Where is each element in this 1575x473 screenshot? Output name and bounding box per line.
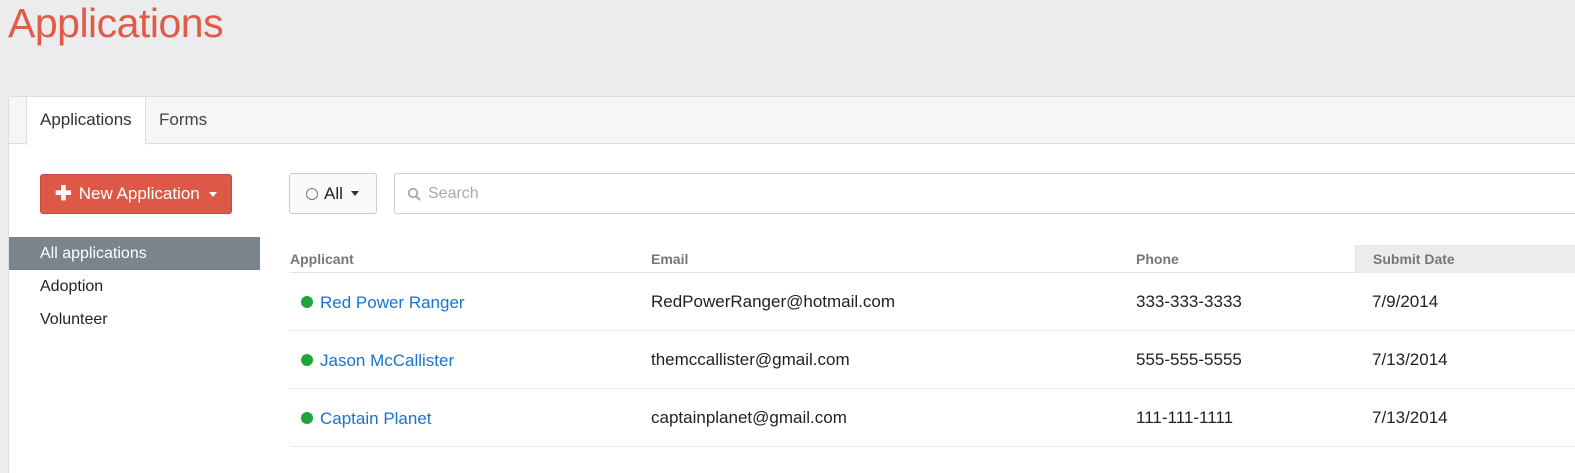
status-filter-dropdown[interactable]: All [289, 173, 377, 214]
applicant-cell: Jason McCallister [301, 331, 454, 389]
submit-date-cell: 7/9/2014 [1372, 292, 1439, 311]
applicant-cell: Red Power Ranger [301, 273, 465, 331]
applicant-link[interactable]: Captain Planet [320, 390, 432, 447]
table-row: Jason McCallister themccallister@gmail.c… [290, 331, 1575, 389]
sidebar: All applications Adoption Volunteer [9, 237, 260, 336]
new-application-label: New Application [78, 184, 200, 203]
phone-cell: 555-555-5555 [1136, 350, 1242, 369]
column-header-email[interactable]: Email [651, 245, 688, 273]
submit-date-cell: 7/13/2014 [1372, 350, 1448, 369]
table-row: Captain Planet captainplanet@gmail.com 1… [290, 389, 1575, 447]
applicant-cell: Captain Planet [301, 389, 432, 447]
column-header-phone[interactable]: Phone [1136, 245, 1179, 273]
page-title: Applications [8, 0, 224, 46]
email-cell: RedPowerRanger@hotmail.com [651, 292, 896, 311]
circle-icon [306, 187, 318, 200]
tab-forms[interactable]: Forms [146, 97, 220, 144]
applications-table: Applicant Email Phone Submit Date Red Po… [290, 245, 1575, 447]
sidebar-item-all-applications[interactable]: All applications [9, 237, 260, 270]
sidebar-item-adoption[interactable]: Adoption [9, 270, 260, 303]
search-icon [407, 187, 421, 200]
email-cell: captainplanet@gmail.com [651, 408, 847, 427]
submit-date-cell: 7/13/2014 [1372, 408, 1448, 427]
phone-cell: 333-333-3333 [1136, 292, 1242, 311]
caret-down-icon [350, 191, 359, 196]
status-dot-icon [301, 354, 313, 366]
column-header-applicant[interactable]: Applicant [290, 245, 354, 273]
column-header-submit-date[interactable]: Submit Date [1355, 245, 1575, 273]
search-input[interactable] [428, 184, 1028, 203]
sidebar-item-volunteer[interactable]: Volunteer [9, 303, 260, 336]
table-header: Applicant Email Phone Submit Date [290, 245, 1575, 273]
table-row: Red Power Ranger RedPowerRanger@hotmail.… [290, 273, 1575, 331]
status-dot-icon [301, 412, 313, 424]
caret-down-icon [208, 191, 217, 197]
applicant-link[interactable]: Red Power Ranger [320, 274, 465, 331]
tab-bar: Applications Forms [9, 97, 1575, 145]
tab-applications[interactable]: Applications [26, 97, 146, 145]
plus-icon: ✚ [55, 183, 72, 205]
applications-panel: Applications Forms ✚ New Application All… [8, 96, 1575, 473]
search-box[interactable] [394, 173, 1575, 214]
phone-cell: 111-111-1111 [1136, 408, 1234, 427]
email-cell: themccallister@gmail.com [651, 350, 850, 369]
new-application-button[interactable]: ✚ New Application [40, 174, 232, 214]
status-dot-icon [301, 296, 313, 308]
applicant-link[interactable]: Jason McCallister [320, 332, 454, 389]
filter-label: All [324, 183, 343, 203]
